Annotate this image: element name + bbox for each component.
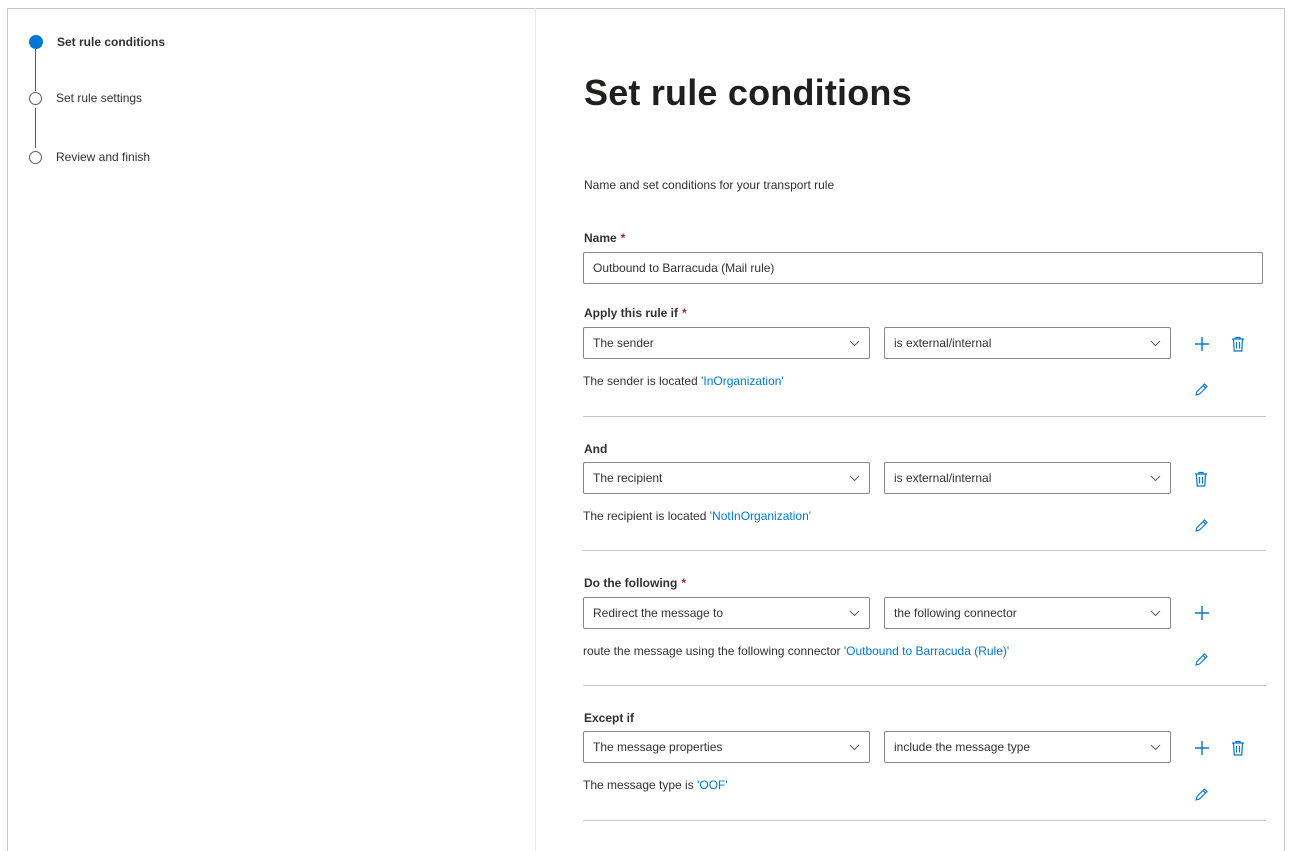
action-value-link[interactable]: 'Outbound to Barracuda (Rule)' [844,644,1009,658]
apply-predicate-dropdown[interactable]: is external/internal [884,327,1171,359]
plus-icon[interactable] [1192,603,1212,623]
plus-icon[interactable] [1192,738,1212,758]
do-the-following-label: Do the following * [584,576,686,590]
chevron-down-icon [848,741,860,753]
page-subtitle: Name and set conditions for your transpo… [584,178,835,192]
dropdown-value: The recipient [593,471,663,485]
pencil-icon[interactable] [1191,785,1211,805]
except-if-label: Except if [584,711,635,725]
dropdown-value: The sender [593,336,654,350]
step-connector [35,108,36,148]
condition-value-link[interactable]: 'NotInOrganization' [710,509,811,523]
and-condition-dropdown[interactable]: The recipient [583,462,870,494]
chevron-down-icon [848,472,860,484]
section-divider [583,550,1266,551]
section-divider [583,416,1266,417]
step-connector [35,49,36,91]
chevron-down-icon [1149,472,1161,484]
plus-icon[interactable] [1192,334,1212,354]
dropdown-value: include the message type [894,740,1031,754]
section-divider [583,685,1266,686]
dropdown-value: is external/internal [894,336,992,350]
trash-icon[interactable] [1228,334,1248,354]
chevron-down-icon [1149,741,1161,753]
and-predicate-dropdown[interactable]: is external/internal [884,462,1171,494]
pencil-icon[interactable] [1191,516,1211,536]
rule-name-input[interactable] [583,252,1263,284]
exception-description: The message type is 'OOF' [583,778,728,792]
action-target-dropdown[interactable]: the following connector [884,597,1171,629]
pencil-icon[interactable] [1191,380,1211,400]
name-label: Name * [584,231,626,245]
required-marker: * [620,231,626,245]
required-marker: * [682,306,687,320]
dropdown-value: Redirect the message to [593,606,724,620]
step-pending-indicator-icon [29,150,42,164]
chevron-down-icon [1149,607,1161,619]
trash-icon[interactable] [1228,738,1248,758]
step-review-and-finish[interactable]: Review and finish [29,147,150,167]
wizard-steps: Set rule conditions Set rule settings Re… [7,8,536,851]
exception-dropdown[interactable]: The message properties [583,731,870,763]
dropdown-value: is external/internal [894,471,992,485]
required-marker: * [681,576,686,590]
apply-rule-if-label: Apply this rule if * [584,306,687,320]
step-label: Set rule settings [56,91,143,105]
step-label: Review and finish [56,150,151,164]
chevron-down-icon [1149,337,1161,349]
step-label: Set rule conditions [57,35,166,49]
apply-condition-dropdown[interactable]: The sender [583,327,870,359]
dropdown-value: The message properties [593,740,723,754]
pencil-icon[interactable] [1191,650,1211,670]
trash-icon[interactable] [1191,469,1211,489]
step-current-indicator-icon [29,35,43,49]
step-pending-indicator-icon [29,91,42,105]
exception-predicate-dropdown[interactable]: include the message type [884,731,1171,763]
dropdown-value: the following connector [894,606,1017,620]
and-label: And [584,442,608,456]
action-dropdown[interactable]: Redirect the message to [583,597,870,629]
section-divider [583,820,1266,821]
apply-condition-description: The sender is located 'InOrganization' [583,374,784,388]
chevron-down-icon [848,607,860,619]
and-condition-description: The recipient is located 'NotInOrganizat… [583,509,812,523]
condition-value-link[interactable]: 'InOrganization' [701,374,784,388]
action-description: route the message using the following co… [583,644,1010,658]
main-content: Set rule conditions Name and set conditi… [536,8,1285,851]
exception-value-link[interactable]: 'OOF' [697,778,728,792]
step-set-rule-settings[interactable]: Set rule settings [29,88,142,108]
page-title: Set rule conditions [584,72,912,113]
step-set-rule-conditions[interactable]: Set rule conditions [29,32,165,52]
chevron-down-icon [848,337,860,349]
